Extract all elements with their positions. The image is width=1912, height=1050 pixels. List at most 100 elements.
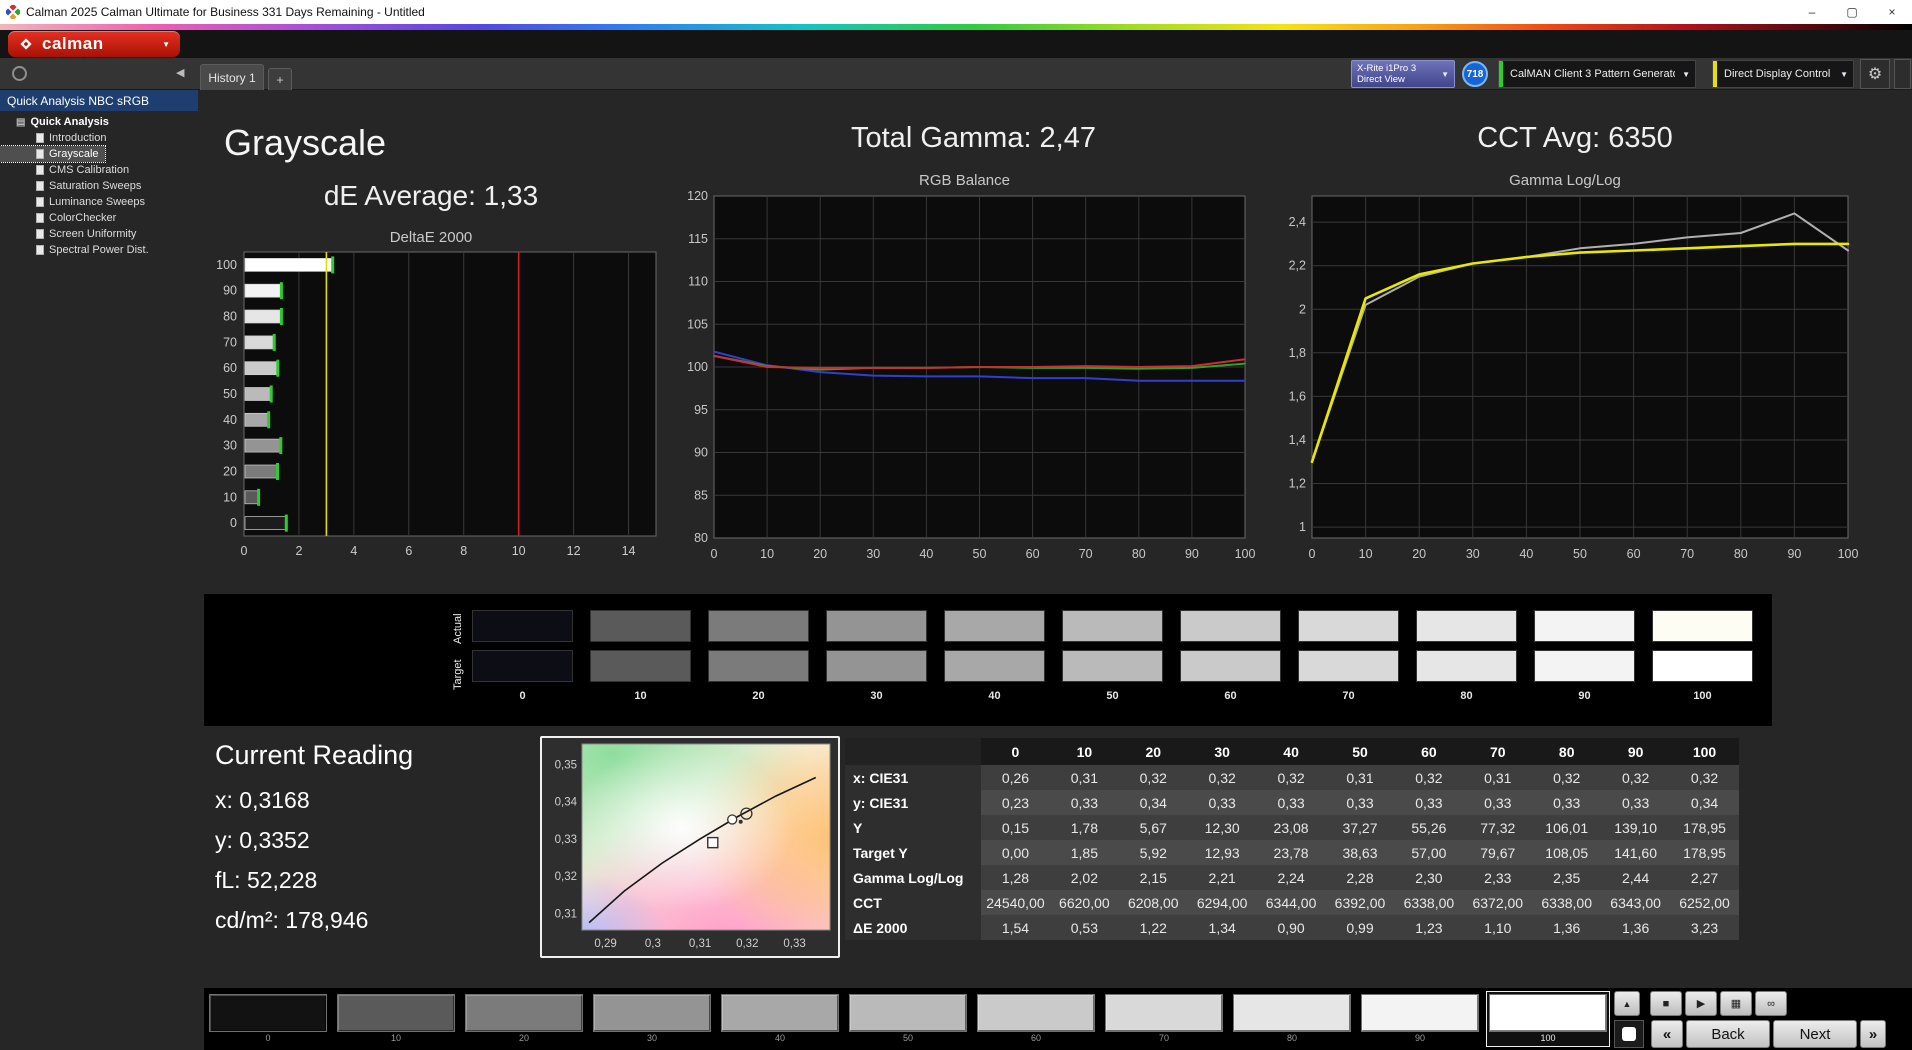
reading-fl: fL: 52,228 <box>215 867 413 894</box>
pattern-patch-10[interactable]: 10 <box>334 991 458 1047</box>
svg-text:14: 14 <box>622 544 636 558</box>
svg-text:100: 100 <box>1235 547 1256 561</box>
sidebar-item-screen-uniformity[interactable]: Screen Uniformity <box>0 226 142 242</box>
table-cell: 2,15 <box>1119 865 1188 890</box>
svg-text:100: 100 <box>216 258 237 272</box>
tab-history-1[interactable]: History 1 <box>200 64 264 90</box>
table-cell: 0,32 <box>1394 765 1463 790</box>
edge-panel-button[interactable] <box>1894 59 1911 89</box>
patch-swatch <box>1233 994 1351 1032</box>
meter-status-badge[interactable]: 718 <box>1462 61 1488 87</box>
close-button[interactable]: × <box>1872 0 1912 24</box>
continuous-mode-button[interactable]: ∞ <box>1755 991 1787 1016</box>
session-options-button[interactable] <box>12 66 27 81</box>
table-cell: 1,78 <box>1050 815 1119 840</box>
table-cell: 141,60 <box>1601 840 1670 865</box>
pattern-patch-50[interactable]: 50 <box>846 991 970 1047</box>
table-column-header: 80 <box>1532 738 1601 765</box>
sidebar-item-label: CMS Calibration <box>49 164 129 176</box>
sidebar-item-saturation-sweeps[interactable]: Saturation Sweeps <box>0 178 147 194</box>
table-cell: 0,15 <box>981 815 1050 840</box>
table-row-label: y: CIE31 <box>845 790 981 815</box>
pattern-generator-dropdown[interactable]: CalMAN Client 3 Pattern Generator ▼ <box>1498 60 1696 88</box>
svg-text:80: 80 <box>1734 547 1748 561</box>
patch-label: 40 <box>721 1032 839 1044</box>
swatch-column-label: 40 <box>944 690 1045 704</box>
table-cell: 2,30 <box>1394 865 1463 890</box>
pattern-patch-0[interactable]: 0 <box>206 991 330 1047</box>
target-swatch-70 <box>1298 650 1399 682</box>
play-button[interactable]: ▶ <box>1685 991 1717 1016</box>
next-chevrons-button[interactable]: » <box>1860 1020 1886 1048</box>
sidebar-root-quick-analysis[interactable]: ▤ Quick Analysis <box>0 114 198 130</box>
table-cell: 38,63 <box>1326 840 1395 865</box>
pattern-patch-100[interactable]: 100 <box>1486 991 1610 1047</box>
table-cell: 2,28 <box>1326 865 1395 890</box>
actual-swatch-70 <box>1298 610 1399 642</box>
table-cell: 6620,00 <box>1050 890 1119 915</box>
document-icon <box>36 229 44 239</box>
calman-menu-button[interactable]: calman ▼ <box>8 31 180 57</box>
reading-table: 0102030405060708090100x: CIE310,260,310,… <box>845 738 1739 940</box>
svg-text:100: 100 <box>1838 547 1859 561</box>
svg-text:60: 60 <box>1026 547 1040 561</box>
patch-label: 0 <box>209 1032 327 1044</box>
sidebar-item-cms-calibration[interactable]: CMS Calibration <box>0 162 135 178</box>
back-button[interactable]: Back <box>1686 1020 1770 1048</box>
patch-swatch <box>209 994 327 1032</box>
pattern-patch-60[interactable]: 60 <box>974 991 1098 1047</box>
pattern-patch-20[interactable]: 20 <box>462 991 586 1047</box>
target-swatch-80 <box>1416 650 1517 682</box>
settings-gear-button[interactable]: ⚙ <box>1860 59 1890 89</box>
svg-text:0,31: 0,31 <box>689 938 711 950</box>
table-cell: 0,32 <box>1119 765 1188 790</box>
sidebar-collapse-button[interactable]: ◀ <box>176 66 184 79</box>
table-row-label: Y <box>845 815 981 840</box>
sidebar-header: Quick Analysis NBC sRGB <box>0 90 198 111</box>
patch-label: 100 <box>1489 1032 1607 1044</box>
table-cell: 2,27 <box>1670 865 1739 890</box>
pattern-patch-70[interactable]: 70 <box>1102 991 1226 1047</box>
table-cell: 178,95 <box>1670 840 1739 865</box>
pattern-patch-30[interactable]: 30 <box>590 991 714 1047</box>
next-button[interactable]: Next <box>1773 1020 1857 1048</box>
pattern-window-button[interactable] <box>1614 1020 1644 1048</box>
display-control-dropdown[interactable]: Direct Display Control ▼ <box>1712 60 1854 88</box>
sidebar-item-luminance-sweeps[interactable]: Luminance Sweeps <box>0 194 151 210</box>
swatch-column-label: 30 <box>826 690 927 704</box>
pattern-patch-90[interactable]: 90 <box>1358 991 1482 1047</box>
maximize-button[interactable]: ▢ <box>1832 0 1872 24</box>
patch-label: 90 <box>1361 1032 1479 1044</box>
table-cell: 0,99 <box>1326 915 1395 940</box>
save-button[interactable]: ▦ <box>1720 991 1752 1016</box>
sidebar-item-spectral-power-dist-[interactable]: Spectral Power Dist. <box>0 242 155 258</box>
minimize-button[interactable]: – <box>1792 0 1832 24</box>
meter-dropdown[interactable]: X-Rite i1Pro 3 Direct View ▼ <box>1351 60 1455 88</box>
sidebar-item-grayscale[interactable]: Grayscale <box>0 146 105 162</box>
document-icon <box>36 149 44 159</box>
table-row-label: x: CIE31 <box>845 765 981 790</box>
actual-swatch-40 <box>944 610 1045 642</box>
sidebar-item-introduction[interactable]: Introduction <box>0 130 112 146</box>
add-tab-button[interactable]: + <box>268 68 292 90</box>
sidebar-item-colorchecker[interactable]: ColorChecker <box>0 210 122 226</box>
table-row: x: CIE310,260,310,320,320,320,310,320,31… <box>845 765 1739 790</box>
current-reading-panel: Current Reading x: 0,3168 y: 0,3352 fL: … <box>215 740 413 947</box>
chart-title-rgb-balance: RGB Balance <box>672 172 1257 189</box>
actual-swatch-100 <box>1652 610 1753 642</box>
table-cell: 0,31 <box>1050 765 1119 790</box>
pattern-patch-40[interactable]: 40 <box>718 991 842 1047</box>
table-column-header: 90 <box>1601 738 1670 765</box>
stop-button[interactable]: ■ <box>1650 991 1682 1016</box>
svg-text:0,34: 0,34 <box>555 797 578 809</box>
total-gamma-label: Total Gamma: 2,47 <box>690 122 1257 155</box>
table-cell: 6344,00 <box>1257 890 1326 915</box>
pattern-up-button[interactable]: ▲ <box>1614 991 1640 1016</box>
svg-text:60: 60 <box>223 361 237 375</box>
table-cell: 108,05 <box>1532 840 1601 865</box>
pattern-patch-80[interactable]: 80 <box>1230 991 1354 1047</box>
svg-text:60: 60 <box>1627 547 1641 561</box>
back-chevrons-button[interactable]: « <box>1651 1020 1683 1048</box>
table-cell: 0,33 <box>1257 790 1326 815</box>
svg-text:0,29: 0,29 <box>594 938 616 950</box>
